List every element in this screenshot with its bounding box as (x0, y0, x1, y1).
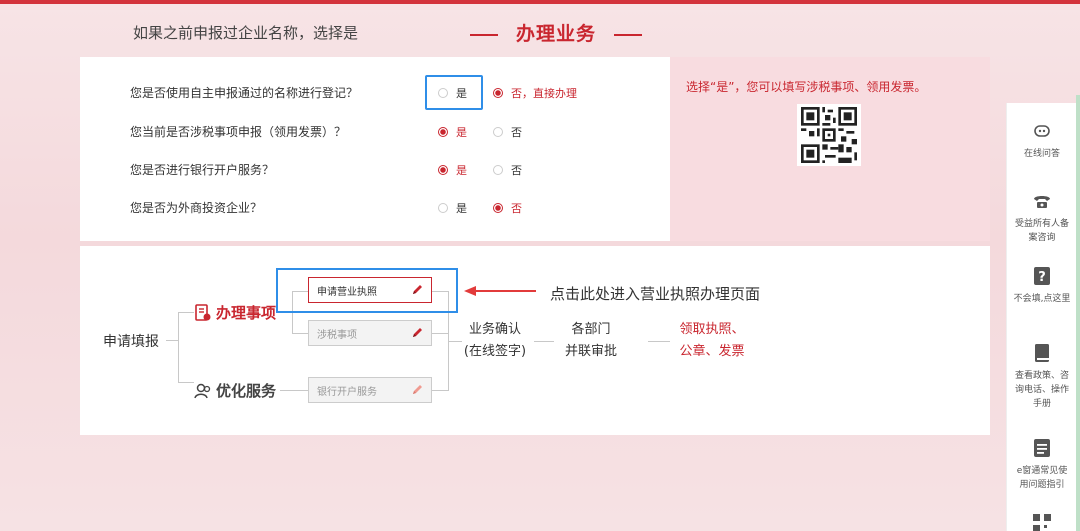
category-business-label: 办理事项 (216, 304, 277, 322)
connector (292, 333, 308, 334)
q2-no-option[interactable]: 否 (493, 124, 522, 140)
q1-no-option[interactable]: 否，直接办理 (493, 85, 577, 101)
page-title-text: 办理业务 (516, 23, 597, 45)
pencil-icon (413, 328, 422, 337)
flow-confirm-line1: 业务确认 (468, 322, 521, 337)
policy-info-button[interactable]: 查看政策、咨 询电话、操作 手册 (1007, 343, 1077, 411)
flow-result: 领取执照、 公章、发票 (674, 319, 750, 363)
phone-icon (1034, 196, 1050, 208)
q3-yes-option[interactable]: 是 (438, 162, 467, 178)
flow-departments: 各部门 并联审批 (555, 319, 627, 363)
flow-result-line2: 公章、发票 (679, 344, 745, 359)
help-fill-button[interactable]: ? 不会填,点这里 (1007, 266, 1077, 306)
category-service-label: 优化服务 (216, 382, 277, 400)
q2-no-label: 否 (511, 126, 522, 139)
connector (178, 312, 194, 313)
q2-yes-option[interactable]: 是 (438, 124, 467, 140)
category-service: 优化服务 (194, 380, 276, 401)
connector (534, 341, 554, 342)
online-qa-label: 在线问答 (1023, 149, 1060, 159)
connector (648, 341, 670, 342)
process-panel: 申请填报 办理事项 优化服务 申请营业执照 涉税事项 银行开户服务 业务确认 (… (80, 246, 990, 435)
flow-departments-line2: 并联审批 (564, 344, 617, 359)
policy-label-2: 询电话、操作 (1014, 385, 1069, 395)
top-bar (0, 0, 1080, 4)
q2-no-radio[interactable] (493, 127, 503, 137)
flow-confirm-line2: (在线签字) (463, 344, 527, 359)
right-toolbar: 在线问答 受益所有人备 案咨询 ? 不会填,点这里 查看政策、咨 询电话、操作 … (1006, 103, 1076, 531)
category-business: 办理事项 (194, 302, 276, 323)
q4-yes-radio[interactable] (438, 203, 448, 213)
q4-yes-label: 是 (456, 202, 467, 215)
page-title: 办理业务 (452, 19, 660, 46)
question-3: 您是否进行银行开户服务？ (130, 163, 275, 177)
title-dash-right (614, 33, 643, 36)
service-users-icon (194, 383, 211, 398)
question-1: 您是否使用自主申报通过的名称进行登记？ (130, 86, 359, 100)
question-2: 您当前是否涉税事项申报（领用发票）？ (130, 125, 347, 139)
faq-guide-button[interactable]: e窗通常见使 用问题指引 (1007, 438, 1077, 492)
flow-result-line1: 领取执照、 (679, 322, 745, 337)
online-qa-button[interactable]: 在线问答 (1007, 121, 1077, 161)
connector (432, 390, 448, 391)
connector (166, 340, 178, 341)
document-stamp-icon (195, 303, 211, 321)
scrollbar[interactable] (1076, 95, 1080, 531)
q3-yes-radio[interactable] (438, 165, 448, 175)
faq-label-2: 用问题指引 (1019, 480, 1065, 490)
q4-no-option[interactable]: 否 (493, 200, 522, 216)
svg-text:?: ? (1038, 270, 1046, 285)
flow-departments-line1: 各部门 (571, 322, 611, 337)
tax-matters-button[interactable]: 涉税事项 (308, 320, 432, 346)
question-panel: 您是否使用自主申报通过的名称进行登记？ 是 否，直接办理 您当前是否涉税事项申报… (80, 57, 670, 241)
q3-no-label: 否 (511, 164, 522, 177)
beneficiary-label-1: 受益所有人备 (1014, 219, 1069, 229)
highlight-box-yes (425, 75, 483, 110)
connector (178, 312, 179, 382)
q2-yes-radio[interactable] (438, 127, 448, 137)
qr-code-icon (797, 104, 861, 166)
q2-yes-label: 是 (456, 126, 467, 139)
license-hint: 点击此处进入营业执照办理页面 (550, 285, 761, 303)
top-hint: 如果之前申报过企业名称，选择是 (133, 24, 359, 42)
q1-no-label: 否，直接办理 (511, 87, 577, 100)
chat-robot-icon (1034, 125, 1050, 137)
qr-button[interactable] (1007, 513, 1077, 531)
connector (280, 390, 308, 391)
question-4: 您是否为外商投资企业？ (130, 201, 263, 215)
highlight-box-license (276, 268, 458, 313)
bank-account-button[interactable]: 银行开户服务 (308, 377, 432, 403)
bank-account-label: 银行开户服务 (317, 386, 377, 398)
pencil-icon (413, 385, 422, 394)
beneficiary-consult-button[interactable]: 受益所有人备 案咨询 (1007, 191, 1077, 245)
qr-small-icon (1033, 514, 1051, 531)
question-icon: ? (1034, 267, 1050, 285)
policy-label-1: 查看政策、咨 (1014, 371, 1069, 381)
q4-no-label: 否 (511, 202, 522, 215)
list-doc-icon (1034, 439, 1050, 457)
info-panel: 选择“是”，您可以填写涉税事项、领用发票。 (670, 57, 990, 241)
tax-matters-label: 涉税事项 (317, 329, 357, 341)
annotation-arrow-middle (464, 286, 536, 296)
info-text: 选择“是”，您可以填写涉税事项、领用发票。 (686, 80, 927, 94)
flow-confirm: 业务确认 (在线签字) (460, 319, 530, 363)
q4-no-radio[interactable] (493, 203, 503, 213)
q4-yes-option[interactable]: 是 (438, 200, 467, 216)
q3-no-radio[interactable] (493, 165, 503, 175)
connector (178, 382, 194, 383)
q3-yes-label: 是 (456, 164, 467, 177)
q3-no-option[interactable]: 否 (493, 162, 522, 178)
faq-label-1: e窗通常见使 (1016, 466, 1068, 476)
q1-no-radio[interactable] (493, 88, 503, 98)
title-dash-left (470, 33, 498, 36)
beneficiary-label-2: 案咨询 (1028, 233, 1056, 243)
policy-label-3: 手册 (1032, 399, 1051, 409)
book-icon (1035, 344, 1049, 362)
connector (432, 333, 448, 334)
help-fill-label: 不会填,点这里 (1013, 294, 1071, 304)
process-root: 申请填报 (103, 334, 159, 350)
